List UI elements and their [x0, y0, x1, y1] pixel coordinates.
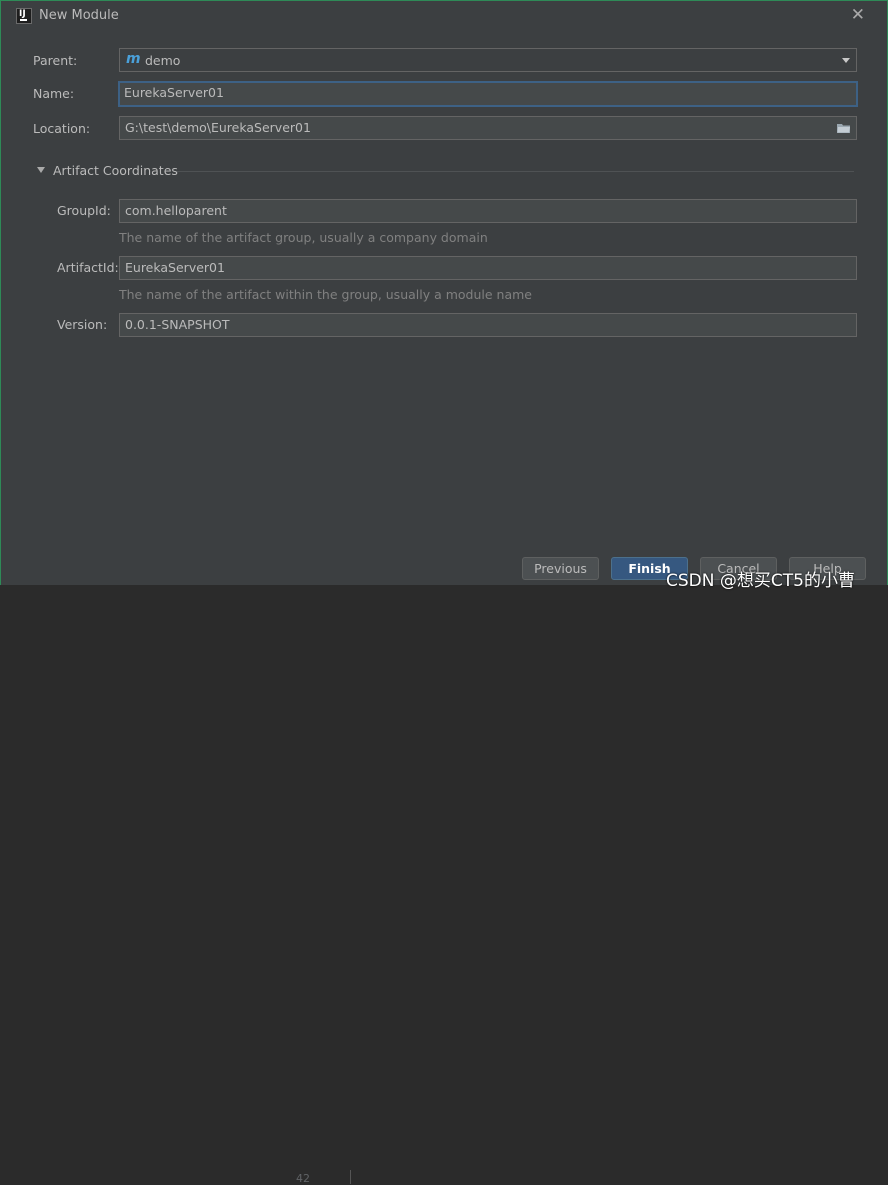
- new-module-dialog: IJ New Module ✕ Parent: m demo Name: Eur…: [0, 0, 888, 586]
- location-value: G:\test\demo\EurekaServer01: [125, 120, 311, 135]
- line-number: 42: [296, 1172, 310, 1185]
- maven-module-icon: m: [126, 51, 141, 67]
- intellij-app-icon: IJ: [16, 8, 32, 24]
- collapse-triangle-icon[interactable]: [37, 167, 45, 173]
- parent-combobox[interactable]: m demo: [119, 48, 857, 72]
- artifactid-label: ArtifactId:: [57, 260, 119, 275]
- name-input[interactable]: EurekaServer01: [118, 81, 858, 107]
- parent-value: demo: [145, 53, 181, 68]
- groupid-hint: The name of the artifact group, usually …: [119, 230, 488, 245]
- version-label: Version:: [57, 317, 108, 332]
- gutter-divider: [350, 1170, 351, 1184]
- watermark: CSDN @想买CT5的小曹: [666, 571, 855, 591]
- location-input[interactable]: G:\test\demo\EurekaServer01: [119, 116, 857, 140]
- artifactid-hint: The name of the artifact within the grou…: [119, 287, 532, 302]
- section-divider: [177, 171, 854, 172]
- groupid-input[interactable]: com.helloparent: [119, 199, 857, 223]
- parent-label: Parent:: [33, 53, 78, 68]
- version-input[interactable]: 0.0.1-SNAPSHOT: [119, 313, 857, 337]
- artifactid-input[interactable]: EurekaServer01: [119, 256, 857, 280]
- title-bar: IJ New Module ✕: [1, 1, 887, 31]
- groupid-label: GroupId:: [57, 203, 111, 218]
- location-label: Location:: [33, 121, 91, 136]
- folder-icon[interactable]: [837, 123, 850, 133]
- name-label: Name:: [33, 86, 75, 101]
- dialog-title: New Module: [39, 8, 119, 23]
- close-icon[interactable]: ✕: [851, 6, 865, 24]
- dropdown-arrow-icon[interactable]: [842, 58, 850, 63]
- previous-button[interactable]: Previous: [522, 557, 599, 580]
- artifact-section-title[interactable]: Artifact Coordinates: [53, 163, 178, 178]
